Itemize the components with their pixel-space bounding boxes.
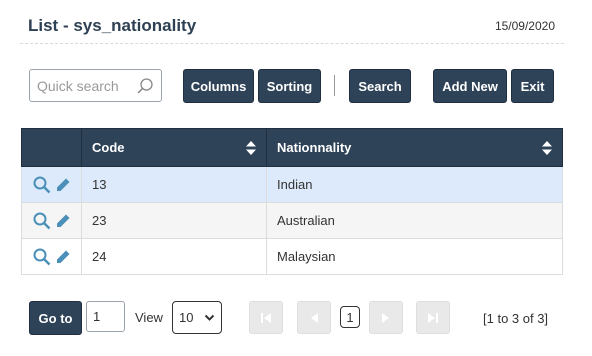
page-number-input[interactable] xyxy=(86,301,125,332)
column-header-label: Nationnality xyxy=(277,140,352,155)
page-header: List - sys_nationality 15/09/2020 xyxy=(20,0,564,44)
table-header-row: Code Nationnality xyxy=(21,128,563,167)
row-actions xyxy=(21,202,82,239)
page-size-select[interactable]: 10 xyxy=(172,301,222,334)
magnifier-icon[interactable] xyxy=(32,175,52,195)
cell-nationality: Indian xyxy=(266,166,563,203)
view-label: View xyxy=(135,310,163,325)
table-row[interactable]: 24 Malaysian xyxy=(21,238,563,275)
column-header-code[interactable]: Code xyxy=(81,128,267,167)
actions-header xyxy=(21,128,82,167)
sort-icon[interactable] xyxy=(246,141,256,155)
add-new-button[interactable]: Add New xyxy=(433,69,507,103)
pencil-icon[interactable] xyxy=(55,249,71,265)
magnifier-icon[interactable] xyxy=(32,211,52,231)
next-page-icon xyxy=(382,312,389,323)
prev-page-button[interactable] xyxy=(297,301,331,334)
cell-code: 24 xyxy=(81,238,267,275)
current-page[interactable]: 1 xyxy=(340,306,360,328)
exit-button[interactable]: Exit xyxy=(511,69,554,103)
last-page-icon xyxy=(428,312,438,323)
record-range: [1 to 3 of 3] xyxy=(483,311,549,326)
go-to-button[interactable]: Go to xyxy=(29,301,82,335)
row-actions xyxy=(21,238,82,275)
prev-page-icon xyxy=(311,312,318,323)
magnifier-icon[interactable] xyxy=(32,247,52,267)
next-page-button[interactable] xyxy=(369,301,403,334)
cell-nationality: Australian xyxy=(266,202,563,239)
columns-button[interactable]: Columns xyxy=(183,69,254,103)
nationality-table: Code Nationnality 13 Indian 23 Australia… xyxy=(21,128,563,275)
quick-search-box[interactable] xyxy=(29,69,162,102)
cell-nationality: Malaysian xyxy=(266,238,563,275)
pencil-icon[interactable] xyxy=(55,177,71,193)
chevron-down-icon xyxy=(204,314,215,321)
quick-search-input[interactable] xyxy=(37,70,137,101)
table-row[interactable]: 23 Australian xyxy=(21,202,563,239)
first-page-icon xyxy=(261,312,271,323)
sorting-button[interactable]: Sorting xyxy=(258,69,321,103)
toolbar-separator xyxy=(334,75,335,96)
cell-code: 23 xyxy=(81,202,267,239)
first-page-button[interactable] xyxy=(249,301,283,334)
page-title: List - sys_nationality xyxy=(28,16,197,35)
page-date: 15/09/2020 xyxy=(494,19,555,33)
table-row[interactable]: 13 Indian xyxy=(21,166,563,203)
search-button[interactable]: Search xyxy=(349,69,411,103)
pencil-icon[interactable] xyxy=(55,213,71,229)
row-actions xyxy=(21,166,82,203)
last-page-button[interactable] xyxy=(416,301,450,334)
search-icon[interactable] xyxy=(136,77,154,95)
column-header-nationality[interactable]: Nationnality xyxy=(266,128,563,167)
page-size-value: 10 xyxy=(179,310,194,325)
cell-code: 13 xyxy=(81,166,267,203)
sort-icon[interactable] xyxy=(542,141,552,155)
column-header-label: Code xyxy=(92,140,125,155)
